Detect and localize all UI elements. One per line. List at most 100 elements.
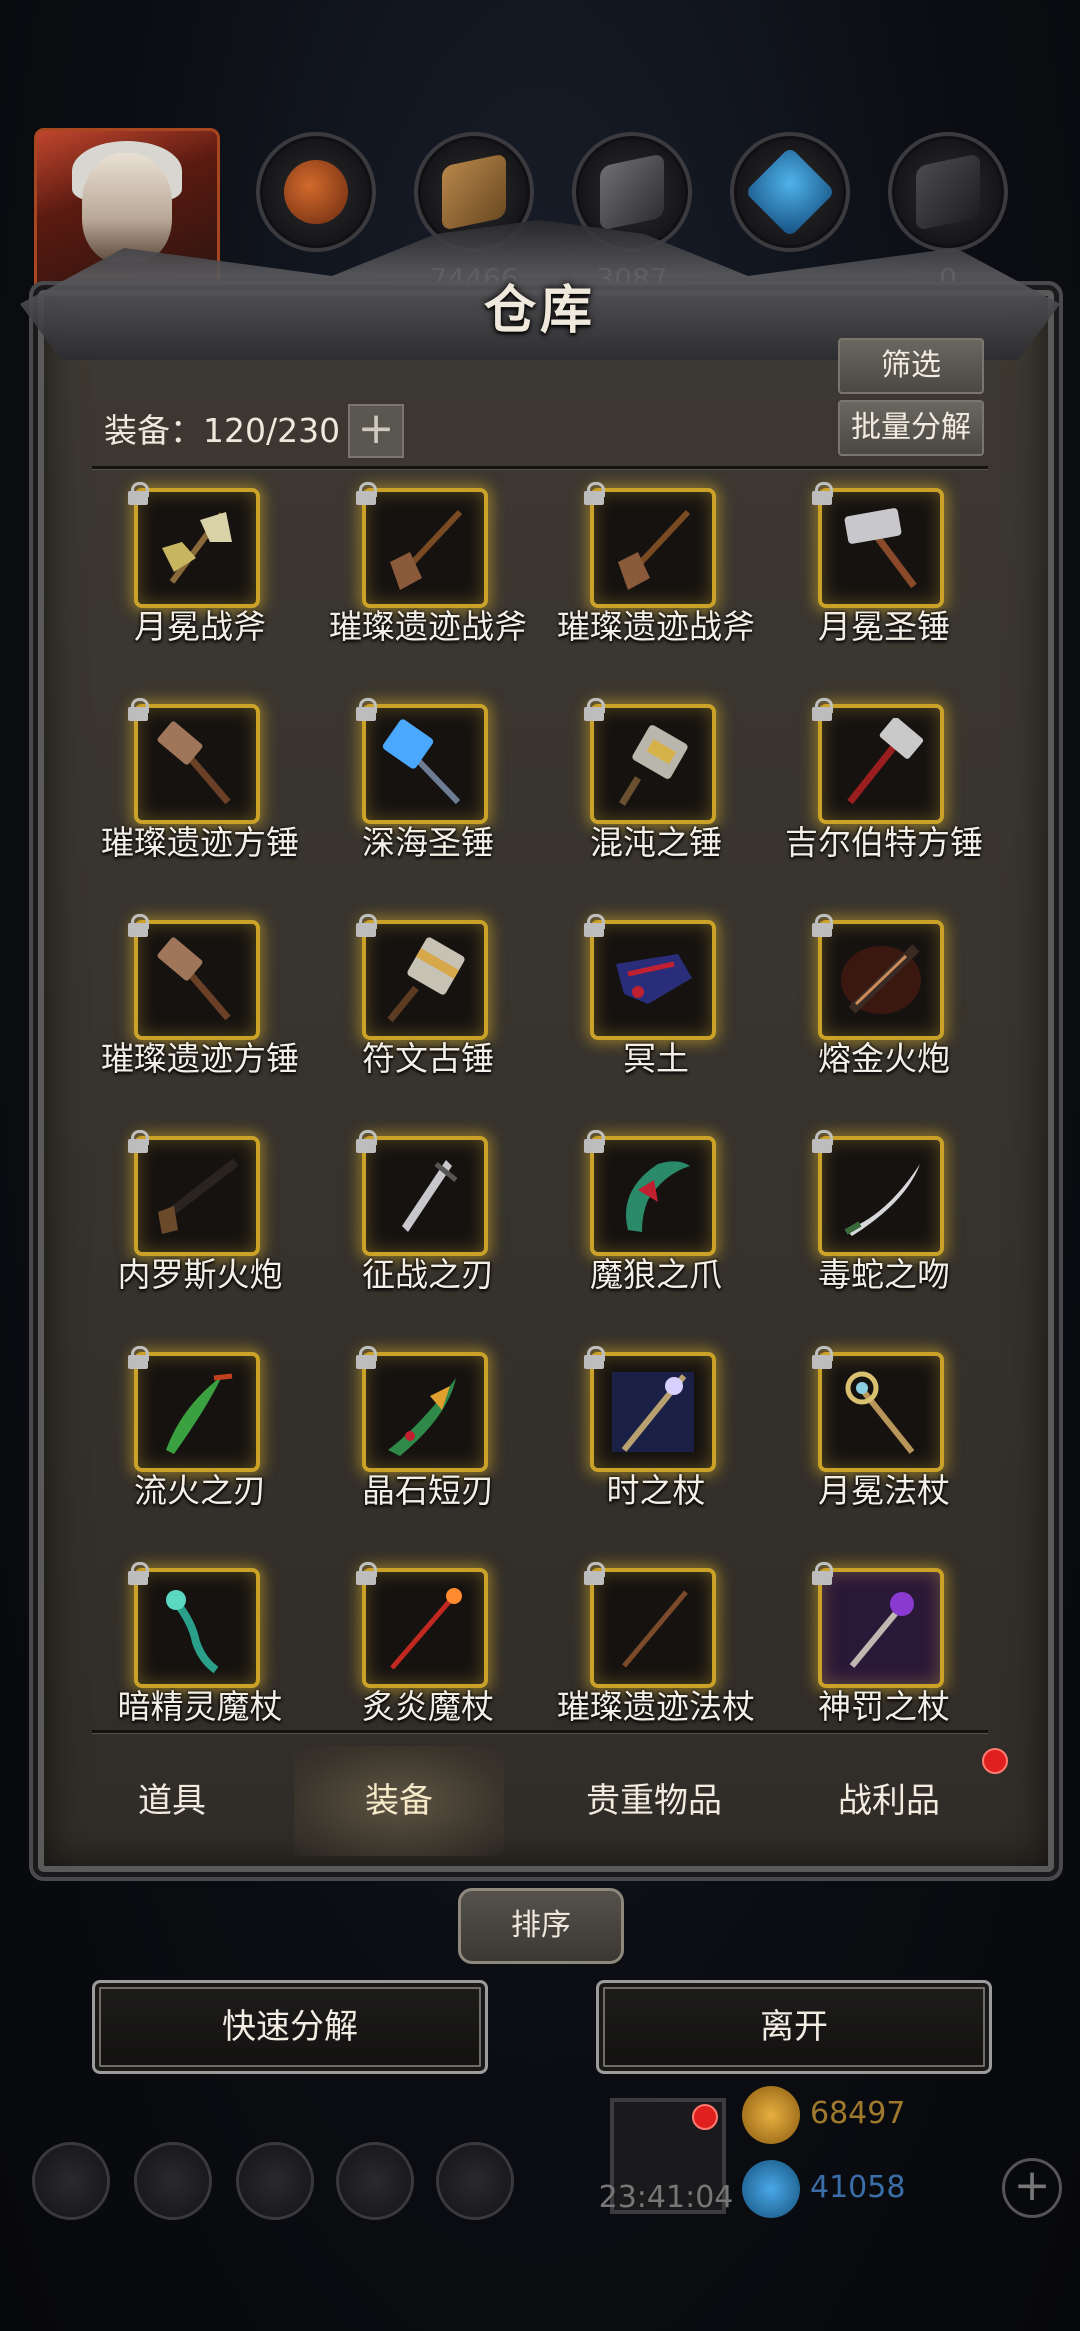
staff-icon <box>390 1588 462 1670</box>
item-slot[interactable] <box>584 698 716 824</box>
mail-icon[interactable] <box>336 2142 414 2220</box>
item-slot[interactable] <box>128 1562 260 1688</box>
tab-items[interactable]: 道具 <box>84 1746 260 1856</box>
item-slot[interactable] <box>356 1562 488 1688</box>
list-item[interactable]: 吉尔伯特方锤 <box>770 696 998 912</box>
list-item[interactable]: 毒蛇之吻 <box>770 1128 998 1344</box>
item-name: 流火之刃 <box>134 1471 266 1510</box>
leave-button[interactable]: 离开 <box>596 1980 992 2074</box>
plus-icon[interactable]: + <box>1002 2158 1062 2218</box>
item-name: 神罚之杖 <box>818 1687 950 1726</box>
cannon-icon <box>158 1158 239 1234</box>
list-item[interactable]: 璀璨遗迹法杖 <box>542 1560 770 1776</box>
item-slot[interactable] <box>812 914 944 1040</box>
list-item[interactable]: 璀璨遗迹方锤 <box>86 696 314 912</box>
item-name: 璀璨遗迹方锤 <box>101 823 299 862</box>
axe-icon <box>618 509 691 590</box>
list-item[interactable]: 流火之刃 <box>86 1344 314 1560</box>
list-item[interactable]: 内罗斯火炮 <box>86 1128 314 1344</box>
lock-icon <box>354 1130 378 1153</box>
tab-loot[interactable]: 战利品 <box>784 1746 994 1856</box>
list-item[interactable]: 月冕法杖 <box>770 1344 998 1560</box>
hammer-icon <box>157 937 231 1021</box>
list-item[interactable]: 征战之刃 <box>314 1128 542 1344</box>
gift-timer: 23:41:04 <box>598 2180 734 2215</box>
item-slot[interactable] <box>356 1130 488 1256</box>
shop-icon[interactable] <box>436 2142 514 2220</box>
blue-crystal-icon[interactable] <box>730 132 850 252</box>
lock-icon <box>354 698 378 721</box>
lock-icon <box>126 1562 150 1585</box>
settings-icon[interactable] <box>32 2142 110 2220</box>
dark-ore-icon[interactable]: 0 <box>888 132 1008 295</box>
item-slot[interactable] <box>584 482 716 608</box>
sort-button[interactable]: 排序 <box>458 1888 624 1964</box>
hammer-icon <box>382 719 461 805</box>
list-item[interactable]: 晶石短刃 <box>314 1344 542 1560</box>
item-slot[interactable] <box>128 698 260 824</box>
tab-equipment[interactable]: 装备 <box>294 1746 504 1856</box>
item-slot[interactable] <box>584 1130 716 1256</box>
item-name: 符文古锤 <box>362 1039 494 1078</box>
tab-valuables[interactable]: 贵重物品 <box>534 1746 774 1856</box>
item-slot[interactable] <box>128 1346 260 1472</box>
gem-amount: 41058 <box>810 2170 906 2205</box>
list-item[interactable]: 月冕战斧 <box>86 480 314 696</box>
item-name: 吉尔伯特方锤 <box>785 823 983 862</box>
blade-icon <box>388 1378 456 1456</box>
list-item[interactable]: 深海圣锤 <box>314 696 542 912</box>
item-slot[interactable] <box>584 1562 716 1688</box>
list-item[interactable]: 冥土 <box>542 912 770 1128</box>
list-item[interactable]: 暗精灵魔杖 <box>86 1560 314 1776</box>
list-item[interactable]: 璀璨遗迹战斧 <box>314 480 542 696</box>
list-item[interactable]: 魔狼之爪 <box>542 1128 770 1344</box>
item-slot[interactable] <box>584 1346 716 1472</box>
item-slot[interactable] <box>128 1130 260 1256</box>
item-slot[interactable] <box>812 1130 944 1256</box>
item-name: 月冕圣锤 <box>818 607 950 646</box>
list-item[interactable]: 璀璨遗迹方锤 <box>86 912 314 1128</box>
item-slot[interactable] <box>128 914 260 1040</box>
list-item[interactable]: 熔金火炮 <box>770 912 998 1128</box>
item-slot[interactable] <box>812 1346 944 1472</box>
staff-icon <box>849 1592 914 1668</box>
item-slot[interactable] <box>356 1346 488 1472</box>
guild-icon[interactable] <box>236 2142 314 2220</box>
lock-icon <box>126 482 150 505</box>
notification-dot <box>692 2104 718 2130</box>
item-slot[interactable] <box>584 914 716 1040</box>
list-item[interactable]: 神罚之杖 <box>770 1560 998 1776</box>
cannon-icon <box>841 944 921 1014</box>
item-name: 璀璨遗迹方锤 <box>101 1039 299 1078</box>
item-slot[interactable] <box>356 698 488 824</box>
item-name: 璀璨遗迹战斧 <box>329 607 527 646</box>
item-name: 璀璨遗迹战斧 <box>557 607 755 646</box>
batch-decompose-button[interactable]: 批量分解 <box>838 400 984 456</box>
orange-gem-icon[interactable] <box>256 132 376 252</box>
lock-icon <box>582 1562 606 1585</box>
lock-icon <box>354 482 378 505</box>
filter-button[interactable]: 筛选 <box>838 338 984 394</box>
equipment-capacity: 装备：120/230 <box>104 411 341 450</box>
lock-icon <box>810 1562 834 1585</box>
list-item[interactable]: 时之杖 <box>542 1344 770 1560</box>
item-slot[interactable] <box>356 914 488 1040</box>
list-item[interactable]: 混沌之锤 <box>542 696 770 912</box>
achievement-icon[interactable] <box>134 2142 212 2220</box>
item-slot[interactable] <box>812 1562 944 1688</box>
item-slot[interactable] <box>356 482 488 608</box>
claw-icon <box>626 1161 690 1232</box>
item-slot[interactable] <box>128 482 260 608</box>
list-item[interactable]: 炙炎魔杖 <box>314 1560 542 1776</box>
lock-icon <box>126 914 150 937</box>
quick-decompose-button[interactable]: 快速分解 <box>92 1980 488 2074</box>
item-name: 炙炎魔杖 <box>362 1687 494 1726</box>
item-slot[interactable] <box>812 482 944 608</box>
list-item[interactable]: 璀璨遗迹战斧 <box>542 480 770 696</box>
item-slot[interactable] <box>812 698 944 824</box>
list-item[interactable]: 符文古锤 <box>314 912 542 1128</box>
lock-icon <box>582 1130 606 1153</box>
lock-icon <box>126 1130 150 1153</box>
plus-icon[interactable]: + <box>348 404 404 458</box>
list-item[interactable]: 月冕圣锤 <box>770 480 998 696</box>
